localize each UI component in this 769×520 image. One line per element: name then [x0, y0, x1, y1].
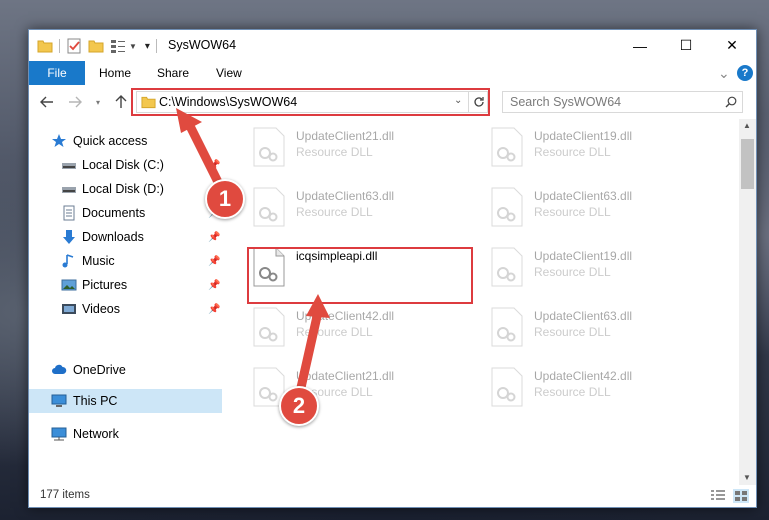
- step-1-badge: 1: [205, 179, 245, 219]
- step-2-badge: 2: [279, 386, 319, 426]
- annotation-arrows: [176, 108, 330, 397]
